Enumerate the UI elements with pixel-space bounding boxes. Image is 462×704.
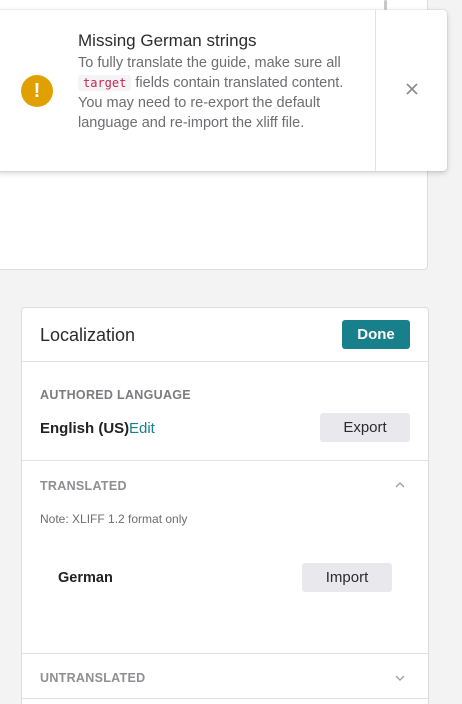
export-button[interactable]: Export xyxy=(320,413,410,442)
localization-header: Localization Done xyxy=(22,308,428,362)
missing-strings-toast: ! Missing German strings To fully transl… xyxy=(0,10,447,171)
authored-language-label: AUTHORED LANGUAGE xyxy=(40,388,191,402)
section-divider xyxy=(22,698,428,699)
untranslated-section-label: UNTRANSLATED xyxy=(40,671,146,685)
editor-stage: ! Missing German strings To fully transl… xyxy=(0,0,462,704)
translated-section-label: TRANSLATED xyxy=(40,479,127,493)
chevron-up-icon[interactable] xyxy=(394,478,406,490)
localization-panel: Localization Done AUTHORED LANGUAGE Engl… xyxy=(21,307,429,704)
target-code-tag: target xyxy=(78,75,132,91)
xliff-format-note: Note: XLIFF 1.2 format only xyxy=(40,512,188,526)
import-button[interactable]: Import xyxy=(302,563,392,592)
warning-icon: ! xyxy=(21,75,53,107)
toast-message-text: To fully translate the guide, make sure … xyxy=(78,55,341,71)
section-divider xyxy=(22,653,428,654)
translated-language-name: German xyxy=(58,570,113,586)
scrollbar-thumb[interactable] xyxy=(384,0,387,10)
edit-language-link[interactable]: Edit xyxy=(129,420,155,437)
panel-title: Localization xyxy=(40,325,136,345)
close-toast-button[interactable] xyxy=(376,10,447,171)
chevron-down-icon[interactable] xyxy=(394,671,406,683)
authored-language-value: English (US) xyxy=(40,420,130,437)
toast-title: Missing German strings xyxy=(78,31,257,50)
toast-message: To fully translate the guide, make sure … xyxy=(78,53,358,133)
close-icon xyxy=(405,80,419,101)
done-button[interactable]: Done xyxy=(342,320,410,349)
section-divider xyxy=(22,460,428,461)
